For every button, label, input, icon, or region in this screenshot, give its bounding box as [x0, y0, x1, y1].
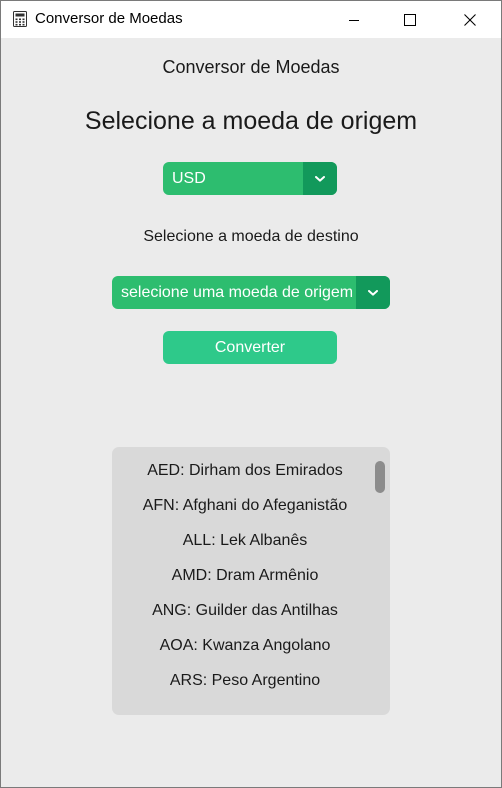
scrollbar-thumb[interactable] — [375, 461, 385, 493]
calculator-icon — [13, 11, 27, 27]
list-item[interactable]: ARS: Peso Argentino — [112, 672, 378, 690]
minimize-button[interactable] — [331, 1, 377, 38]
list-item[interactable]: AFN: Afghani do Afeganistão — [112, 497, 378, 515]
list-item[interactable]: AMD: Dram Armênio — [112, 567, 378, 585]
origin-currency-select[interactable]: USD — [163, 162, 337, 195]
dest-label: Selecione a moeda de destino — [143, 228, 359, 245]
chevron-down-icon[interactable] — [356, 276, 390, 309]
chevron-down-icon[interactable] — [303, 162, 337, 195]
dest-currency-select[interactable]: selecione uma moeda de origem — [112, 276, 390, 309]
origin-heading: Selecione a moeda de origem — [84, 107, 418, 135]
minimize-icon — [348, 14, 360, 26]
currency-list[interactable]: AED: Dirham dos Emirados AFN: Afghani do… — [112, 447, 390, 715]
app-window: Conversor de Moedas Conversor de Moedas … — [0, 0, 502, 788]
window-title: Conversor de Moedas — [35, 10, 183, 27]
list-item[interactable]: AED: Dirham dos Emirados — [112, 462, 378, 480]
origin-currency-value: USD — [172, 170, 206, 187]
list-item[interactable]: AOA: Kwanza Angolano — [112, 637, 378, 655]
list-item[interactable]: ALL: Lek Albanês — [112, 532, 378, 550]
close-button[interactable] — [447, 1, 493, 38]
dest-currency-value: selecione uma moeda de origem — [121, 284, 354, 301]
main-content: Conversor de Moedas Selecione a moeda de… — [1, 38, 501, 787]
list-item[interactable]: ANG: Guilder das Antilhas — [112, 602, 378, 620]
title-bar[interactable]: Conversor de Moedas — [1, 1, 501, 38]
maximize-icon — [404, 13, 416, 26]
maximize-button[interactable] — [387, 1, 433, 38]
convert-button[interactable]: Converter — [163, 331, 337, 364]
close-icon — [464, 13, 476, 26]
page-header-title: Conversor de Moedas — [162, 57, 340, 77]
